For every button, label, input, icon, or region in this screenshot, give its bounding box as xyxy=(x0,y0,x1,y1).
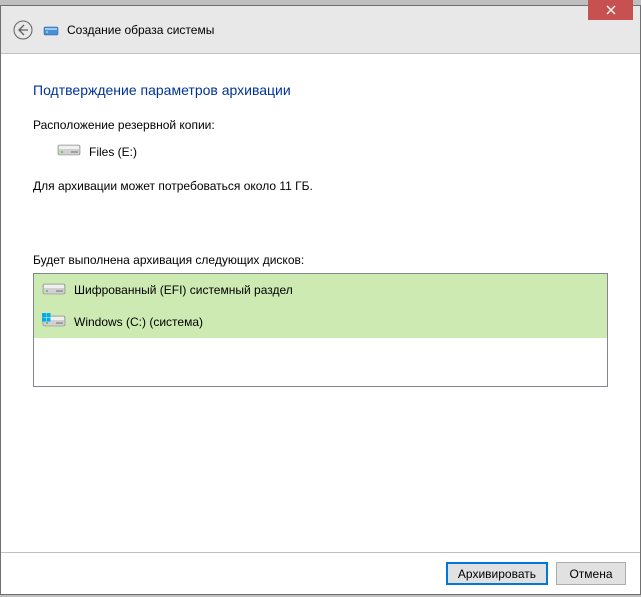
back-button[interactable] xyxy=(11,18,35,42)
disks-section-label: Будет выполнена архивация следующих диск… xyxy=(33,253,608,267)
content-area: Подтверждение параметров архивации Распо… xyxy=(1,54,640,447)
cancel-button[interactable]: Отмена xyxy=(556,562,626,585)
hard-drive-icon xyxy=(57,142,81,161)
disk-list-item[interactable]: Windows (C:) (система) xyxy=(34,306,607,338)
wizard-window: Создание образа системы Подтверждение па… xyxy=(0,5,641,595)
windows-drive-icon xyxy=(42,313,66,332)
system-image-icon xyxy=(43,22,59,38)
destination-drive-label: Files (E:) xyxy=(89,145,137,159)
disk-label: Windows (C:) (система) xyxy=(74,315,203,329)
titlebar: Создание образа системы xyxy=(1,6,640,54)
disk-list: Шифрованный (EFI) системный раздел xyxy=(33,273,608,387)
disk-list-item[interactable]: Шифрованный (EFI) системный раздел xyxy=(34,274,607,306)
back-arrow-icon xyxy=(13,20,33,40)
hard-drive-icon xyxy=(42,281,66,300)
backup-destination: Files (E:) xyxy=(33,142,608,161)
location-label: Расположение резервной копии: xyxy=(33,118,608,132)
archive-button[interactable]: Архивировать xyxy=(446,562,548,585)
close-button[interactable] xyxy=(588,0,633,20)
disk-label: Шифрованный (EFI) системный раздел xyxy=(74,283,293,297)
button-bar: Архивировать Отмена xyxy=(1,552,640,594)
size-estimate-text: Для архивации может потребоваться около … xyxy=(33,179,608,193)
page-heading: Подтверждение параметров архивации xyxy=(33,82,608,98)
window-title: Создание образа системы xyxy=(67,23,214,37)
close-icon xyxy=(606,5,616,15)
